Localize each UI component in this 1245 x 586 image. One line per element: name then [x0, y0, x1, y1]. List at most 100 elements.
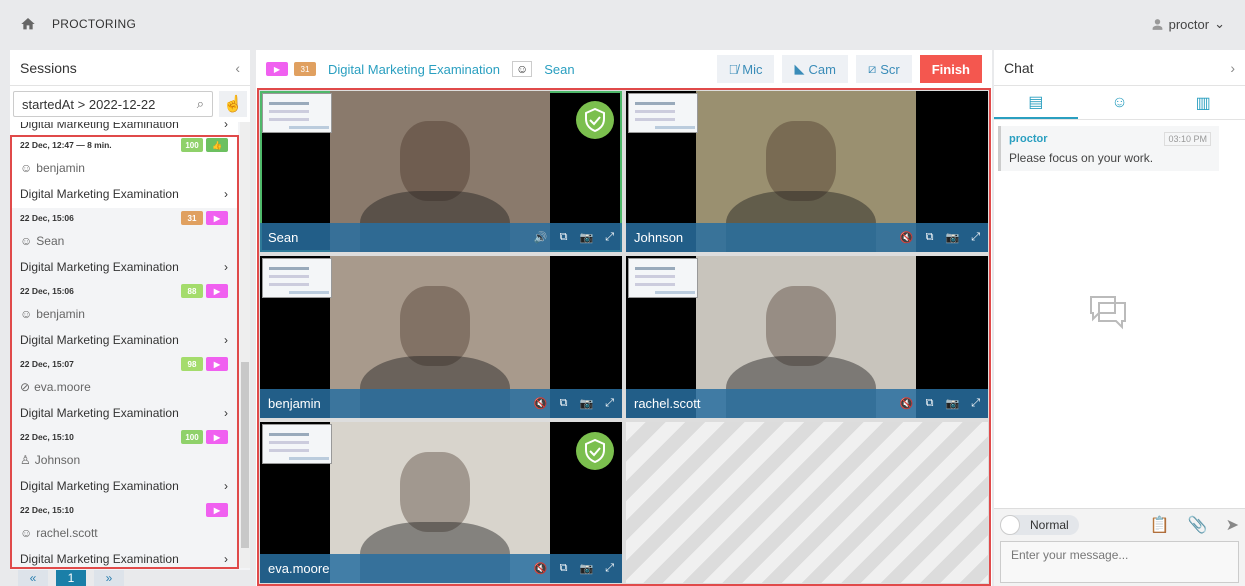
play-button[interactable]: ▶: [206, 284, 228, 298]
video-tile[interactable]: Sean 🔊 ⧉ 📷 ⤢: [260, 91, 622, 253]
expand-icon[interactable]: ›: [1230, 60, 1235, 76]
face-off-icon: ⊘: [20, 380, 31, 394]
volume-muted-icon[interactable]: 🔇: [900, 397, 914, 410]
home-icon[interactable]: [20, 16, 36, 32]
clipboard-icon[interactable]: 📋: [1150, 515, 1170, 535]
page-1-button[interactable]: 1: [56, 570, 86, 586]
fullscreen-icon[interactable]: ⤢: [605, 562, 614, 575]
score-badge: 31: [294, 62, 316, 76]
sessions-panel: Sessions ‹ startedAt > 2022-12-22 ⌕ ☝ Digi…: [10, 50, 250, 586]
priority-toggle[interactable]: Normal: [1000, 515, 1079, 535]
user-menu[interactable]: proctor ⌄: [1151, 16, 1225, 32]
session-time: 22 Dec, 15:06: [20, 286, 74, 296]
next-page-button[interactable]: »: [94, 570, 124, 586]
exam-name: Digital Marketing Examination: [20, 122, 179, 131]
camera-icon[interactable]: 📷: [579, 562, 593, 575]
pip-icon[interactable]: ⧉: [560, 231, 568, 244]
list-item-partial[interactable]: Digital Marketing Examination ›: [10, 122, 238, 135]
volume-muted-icon[interactable]: 🔇: [900, 231, 914, 244]
screen-thumbnail[interactable]: [628, 258, 698, 299]
video-tile[interactable]: Johnson 🔇 ⧉ 📷 ⤢: [626, 91, 988, 253]
play-button[interactable]: ▶: [206, 357, 228, 371]
pip-icon[interactable]: ⧉: [926, 231, 934, 244]
play-button[interactable]: ▶: [206, 503, 228, 517]
fullscreen-icon[interactable]: ⤢: [971, 231, 980, 244]
face-icon: ☺: [20, 161, 33, 175]
camera-icon[interactable]: 📷: [945, 231, 959, 244]
volume-icon[interactable]: 🔊: [534, 231, 548, 244]
fullscreen-icon[interactable]: ⤢: [971, 397, 980, 410]
play-button[interactable]: ▶: [206, 211, 228, 225]
scrollbar[interactable]: [240, 122, 250, 568]
session-item[interactable]: 22 Dec, 15:10 100 ▶ ♙ Johnson Digital Marke…: [10, 427, 238, 500]
pip-icon[interactable]: ⧉: [560, 397, 568, 410]
session-user: Johnson: [34, 453, 81, 467]
score-badge: 100: [181, 430, 203, 444]
prev-page-button[interactable]: «: [18, 570, 48, 586]
fullscreen-icon[interactable]: ⤢: [605, 231, 614, 244]
volume-muted-icon[interactable]: 🔇: [534, 397, 548, 410]
exam-name: Digital Marketing Examination: [20, 479, 179, 493]
exam-name: Digital Marketing Examination: [20, 406, 179, 420]
tile-name-bar: eva.moore 🔇 ⧉ 📷 ⤢: [260, 553, 622, 583]
chat-empty-icon: [1090, 296, 1126, 330]
chat-title: Chat: [1004, 59, 1034, 76]
play-button[interactable]: ▶: [206, 430, 228, 444]
play-button[interactable]: ▶: [266, 62, 288, 76]
video-tile[interactable]: rachel.scott 🔇 ⧉ 📷 ⤢: [626, 256, 988, 418]
session-user: eva.moore: [34, 380, 91, 394]
session-item[interactable]: 22 Dec, 12:47 — 8 min. 100 👍 ☺ benjamin Dig…: [10, 135, 238, 208]
face-icon: ☺: [20, 234, 33, 248]
tab-chat[interactable]: ▤: [994, 86, 1078, 119]
session-item[interactable]: 22 Dec, 15:10 ▶ ☺ rachel.scott Digital Mar…: [10, 500, 238, 568]
volume-muted-icon[interactable]: 🔇: [534, 562, 548, 575]
camera-icon[interactable]: 📷: [579, 397, 593, 410]
camera-icon[interactable]: 📷: [579, 231, 593, 244]
message-input[interactable]: Enter your message...: [1000, 541, 1239, 583]
face-icon: ☺: [20, 307, 33, 321]
session-time: 22 Dec, 15:07: [20, 359, 74, 369]
exam-title: Digital Marketing Examination: [328, 61, 500, 77]
screen-thumbnail[interactable]: [262, 93, 332, 133]
scrollbar-thumb[interactable]: [241, 362, 249, 548]
tile-name-bar: Johnson 🔇 ⧉ 📷 ⤢: [626, 223, 988, 253]
screen-thumbnail[interactable]: [262, 423, 332, 464]
session-item[interactable]: 22 Dec, 15:06 88 ▶ ☺ benjamin Digital Marke…: [10, 281, 238, 354]
mic-button[interactable]: 🎙̸ Mic: [716, 55, 775, 83]
chevron-right-icon: ›: [224, 552, 228, 566]
screen-button[interactable]: ⧄ Scr: [855, 55, 912, 83]
tab-stats[interactable]: ▥: [1161, 86, 1245, 119]
screen-thumbnail[interactable]: [628, 93, 698, 133]
thumbs-up-icon[interactable]: 👍: [206, 138, 228, 152]
chevron-down-icon: ⌄: [1214, 16, 1225, 31]
screen-thumbnail[interactable]: [262, 258, 332, 299]
camera-icon[interactable]: 📷: [945, 397, 959, 410]
search-input[interactable]: startedAt > 2022-12-22 ⌕: [13, 91, 213, 117]
tab-faces[interactable]: ☺: [1078, 86, 1162, 119]
pagination: « 1 »: [10, 570, 250, 586]
video-tile[interactable]: benjamin 🔇 ⧉ 📷 ⤢: [260, 256, 622, 418]
session-item[interactable]: 22 Dec, 15:07 98 ▶ ⊘ eva.moore Digital Mark…: [10, 354, 238, 427]
collapse-icon[interactable]: ‹: [235, 60, 240, 76]
session-list: Digital Marketing Examination › 22 Dec, 1…: [10, 122, 238, 568]
pip-icon[interactable]: ⧉: [926, 397, 934, 410]
fullscreen-icon[interactable]: ⤢: [605, 397, 614, 410]
chevron-right-icon: ›: [224, 187, 228, 201]
send-icon[interactable]: ➤: [1226, 515, 1239, 535]
score-badge: 31: [181, 211, 203, 225]
session-item[interactable]: 22 Dec, 15:06 31 ▶ ☺ Sean Digital Marketing…: [10, 208, 238, 281]
sessions-title: Sessions: [20, 59, 77, 76]
chat-message: proctor 03:10 PM Please focus on your wor…: [998, 126, 1219, 171]
search-icon[interactable]: ⌕: [197, 96, 204, 112]
finish-button[interactable]: Finish: [919, 55, 982, 83]
attach-icon[interactable]: 📎: [1188, 515, 1208, 535]
pip-icon[interactable]: ⧉: [560, 562, 568, 575]
session-time: 22 Dec, 15:10: [20, 432, 74, 442]
top-bar: PROCTORING proctor ⌄: [0, 0, 1245, 48]
chevron-right-icon: ›: [224, 333, 228, 347]
cam-button[interactable]: ◣ Cam: [782, 55, 848, 83]
touch-button[interactable]: ☝: [219, 91, 247, 117]
video-tile[interactable]: eva.moore 🔇 ⧉ 📷 ⤢: [260, 421, 622, 583]
search-value: startedAt > 2022-12-22: [22, 96, 156, 112]
mic-off-icon: 🎙̸: [728, 61, 739, 77]
